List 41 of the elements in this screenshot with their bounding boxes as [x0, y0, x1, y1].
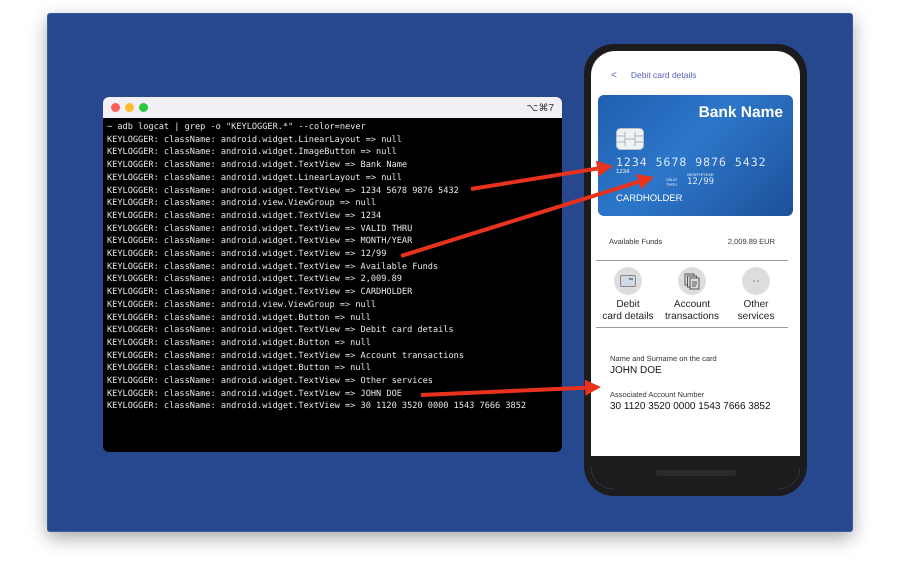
chip-icon — [616, 128, 644, 150]
log-line: KEYLOGGER: className: android.widget.Button => null — [107, 362, 372, 376]
log-line: KEYLOGGER: className: android.widget.ImageButton => null — [107, 146, 398, 160]
log-line: KEYLOGGER: className: android.widget.TextView => 1234 5678 9876 5432 — [107, 184, 460, 198]
log-line: KEYLOGGER: className: android.widget.TextView => 30 1120 3520 0000 1543 7666 3852 — [107, 400, 528, 414]
back-button[interactable]: < — [611, 70, 617, 80]
card-number: 1234 5678 9876 5432 — [616, 155, 768, 169]
log-line: KEYLOGGER: className: android.widget.LinearLayout => null — [107, 172, 403, 185]
expiry-date: 12/99 — [687, 177, 714, 187]
log-line: KEYLOGGER: className: android.widget.TextView => Other services — [107, 375, 434, 388]
log-line: KEYLOGGER: className: android.widget.Button => null — [107, 336, 372, 350]
log-line: KEYLOGGER: className: android.widget.TextView => Bank Name — [107, 159, 408, 172]
screen-title: Debit card details — [630, 70, 697, 80]
log-line: KEYLOGGER: className: android.widget.TextView => 12/99 — [107, 248, 388, 261]
log-line: KEYLOGGER: className: android.view.ViewGroup => null — [107, 298, 378, 312]
field-value: JOHN DOE — [610, 365, 663, 376]
action-button[interactable]: Account transactions — [660, 267, 724, 323]
documents-icon — [684, 272, 700, 290]
log-line: KEYLOGGER: className: android.widget.TextView => 2,009.89 — [107, 273, 403, 286]
close-icon[interactable] — [111, 103, 120, 112]
card-icon — [620, 275, 636, 287]
field-value: 30 1120 3520 0000 1543 7666 3852 — [610, 401, 772, 412]
log-line: KEYLOGGER: className: android.widget.TextView => 1234 — [107, 210, 382, 223]
log-line: KEYLOGGER: className: android.widget.LinearLayout => null — [107, 134, 403, 146]
minimize-icon[interactable] — [125, 103, 134, 112]
log-line: KEYLOGGER: className: android.widget.TextView => Available Funds — [107, 260, 440, 274]
log-line: KEYLOGGER: className: android.widget.TextView => MONTH/YEAR — [107, 235, 414, 248]
window-shortcut: ⌥⌘7 — [526, 102, 554, 114]
log-line: KEYLOGGER: className: android.widget.TextView => CARDHOLDER — [107, 286, 414, 299]
log-line: KEYLOGGER: className: android.widget.TextView => VALID THRU — [107, 222, 414, 236]
bank-name: Bank Name — [698, 104, 783, 122]
log-line: ~ adb logcat | grep -o "KEYLOGGER.*" --color=never — [107, 121, 367, 134]
log-line: KEYLOGGER: className: android.widget.Button => null — [107, 312, 372, 324]
log-line: KEYLOGGER: className: android.widget.TextView => Debit card details — [107, 324, 455, 337]
cardholder-name: CARDHOLDER — [616, 193, 683, 204]
log-line: KEYLOGGER: className: android.view.ViewGroup => null — [107, 197, 378, 210]
log-line: KEYLOGGER: className: android.widget.TextView => Account transactions — [107, 350, 465, 362]
action-button[interactable]: Other services — [724, 267, 788, 323]
log-line: KEYLOGGER: className: android.widget.TextView => JOHN DOE — [107, 388, 403, 400]
action-button[interactable]: Debit card details — [596, 267, 660, 323]
maximize-icon[interactable] — [139, 103, 148, 112]
